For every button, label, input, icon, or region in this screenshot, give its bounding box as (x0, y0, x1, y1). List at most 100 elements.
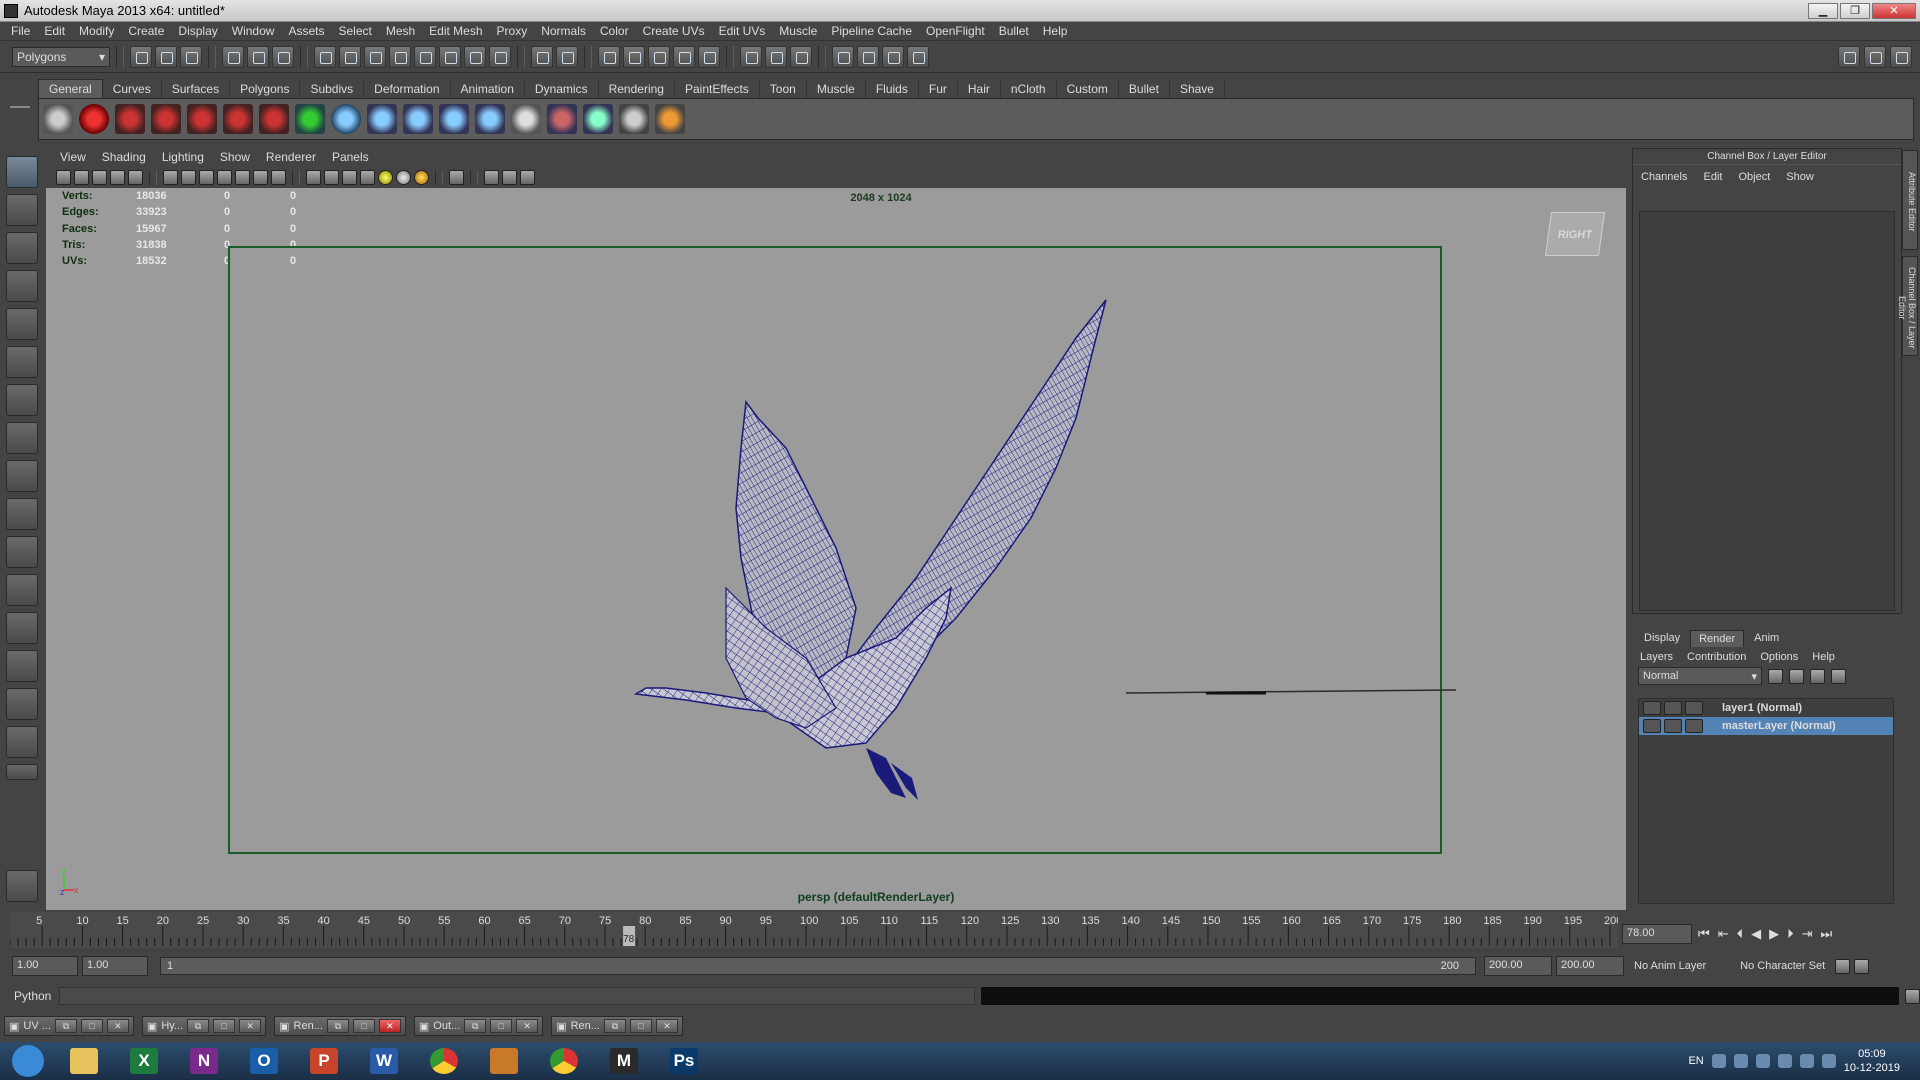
menu-bullet[interactable]: Bullet (992, 24, 1036, 38)
textured-icon[interactable] (360, 169, 375, 185)
visibility-toggle-icon[interactable] (1643, 701, 1661, 715)
close-button[interactable]: ✕ (378, 1019, 401, 1033)
maximize-button[interactable]: □ (213, 1019, 236, 1033)
shelf-tab-polygons[interactable]: Polygons (230, 80, 301, 98)
animation-prefs-icon[interactable] (1854, 958, 1870, 974)
go-to-start-icon[interactable]: ⏮ (1698, 926, 1710, 942)
move-tool-icon[interactable] (6, 270, 38, 302)
camera-attributes-icon[interactable] (74, 169, 89, 185)
step-back-key-icon[interactable]: ⇤ (1718, 926, 1729, 942)
new-layer-icon[interactable] (1768, 668, 1783, 684)
safe-action-icon[interactable] (253, 169, 268, 185)
isolate-select-icon[interactable] (449, 169, 464, 185)
joint-tool-icon[interactable] (115, 104, 145, 134)
shelf-tab-dynamics[interactable]: Dynamics (525, 80, 599, 98)
step-forward-key-icon[interactable]: ⇥ (1802, 926, 1813, 942)
panel-menu-lighting[interactable]: Lighting (154, 150, 212, 164)
field-chart-icon[interactable] (235, 169, 250, 185)
menu-proxy[interactable]: Proxy (490, 24, 535, 38)
play-backward-icon[interactable]: ◀ (1751, 926, 1761, 942)
close-button[interactable]: ✕ (1872, 2, 1916, 19)
menu-assets[interactable]: Assets (281, 24, 331, 38)
safe-title-icon[interactable] (271, 169, 286, 185)
recycle-toggle-icon[interactable] (1685, 701, 1703, 715)
bird-wireframe-mesh[interactable] (46, 188, 1626, 910)
menu-muscle[interactable]: Muscle (772, 24, 824, 38)
taskbar-chrome-icon[interactable] (420, 1043, 468, 1079)
panel-menu-view[interactable]: View (52, 150, 94, 164)
menu-window[interactable]: Window (225, 24, 282, 38)
menu-color[interactable]: Color (593, 24, 636, 38)
sphere-icon[interactable] (331, 104, 361, 134)
shelf-tab-painteffects[interactable]: PaintEffects (675, 80, 760, 98)
shelf-tab-general[interactable]: General (38, 79, 103, 98)
perspective-viewport[interactable]: Verts: 18036 0 0 Edges: 33923 0 0 Faces: 15967 0 0 T… (46, 188, 1626, 910)
minimized-panel[interactable]: ▣ Ren... ⧉ □ ✕ (551, 1016, 683, 1036)
hierarchy-a-icon[interactable] (367, 104, 397, 134)
taskbar-maya-icon[interactable]: M (600, 1043, 648, 1079)
hierarchy-b-icon[interactable] (403, 104, 433, 134)
select-object-icon[interactable] (247, 45, 269, 68)
maximize-button[interactable]: □ (629, 1019, 652, 1033)
menu-select[interactable]: Select (331, 24, 378, 38)
restore-button[interactable]: ⧉ (464, 1019, 487, 1033)
taskbar-start-orb-icon[interactable] (8, 1043, 48, 1079)
maximize-button[interactable]: □ (352, 1019, 375, 1033)
nvidia-tray-icon[interactable] (1799, 1054, 1814, 1068)
hierarchy-c-icon[interactable] (439, 104, 469, 134)
menu-edit[interactable]: Edit (37, 24, 72, 38)
panel-menu-renderer[interactable]: Renderer (258, 150, 324, 164)
layer-menu-layers[interactable]: Layers (1640, 651, 1673, 663)
shadows-icon[interactable] (396, 169, 411, 185)
playback-start-field[interactable]: 1.00 (82, 956, 148, 976)
select-hierarchy-icon[interactable] (222, 45, 244, 68)
shelf-tab-bullet[interactable]: Bullet (1119, 80, 1170, 98)
hypershade-icon[interactable] (857, 45, 879, 68)
play-forward-icon[interactable]: ▶ (1769, 926, 1779, 942)
rigid-body-icon[interactable] (583, 104, 613, 134)
end-time-field[interactable]: 200.00 (1556, 956, 1624, 976)
taskbar-outlook-icon[interactable]: O (240, 1043, 288, 1079)
grid-icon[interactable] (163, 169, 178, 185)
panel-menu-show[interactable]: Show (212, 150, 258, 164)
construction-icon[interactable] (556, 45, 578, 68)
channel-box-menu-show[interactable]: Show (1786, 171, 1814, 183)
lock-icon[interactable] (648, 45, 670, 68)
history-icon[interactable] (531, 45, 553, 68)
render-frame-icon[interactable] (765, 45, 787, 68)
resolution-gate-icon[interactable] (199, 169, 214, 185)
restore-button[interactable]: ⧉ (187, 1019, 210, 1033)
move-layer-up-icon[interactable] (1810, 668, 1825, 684)
step-back-frame-icon[interactable]: ⏴ (1737, 926, 1744, 942)
menu-help[interactable]: Help (1036, 24, 1075, 38)
manipulator-tool-icon[interactable] (6, 384, 38, 416)
move-layer-down-icon[interactable] (1831, 668, 1846, 684)
script-language-label[interactable]: Python (0, 989, 59, 1003)
restore-button[interactable]: ⧉ (326, 1019, 349, 1033)
channel-box-area[interactable] (1639, 211, 1895, 611)
layer-menu-options[interactable]: Options (1760, 651, 1798, 663)
taskbar-word-icon[interactable]: W (360, 1043, 408, 1079)
renderable-toggle-icon[interactable] (1664, 719, 1682, 733)
gate-mask-icon[interactable] (217, 169, 232, 185)
show-manipulator-icon[interactable] (6, 460, 38, 492)
help-icon[interactable] (489, 45, 511, 68)
shelf-tab-curves[interactable]: Curves (103, 80, 162, 98)
restore-button[interactable]: ⧉ (603, 1019, 626, 1033)
mouse-tool-icon[interactable] (6, 870, 38, 902)
shelf-tab-ncloth[interactable]: nCloth (1001, 80, 1057, 98)
character-set-dropdown[interactable]: No Character Set (1740, 960, 1825, 972)
ipr-render-icon[interactable] (790, 45, 812, 68)
menu-edit-uvs[interactable]: Edit UVs (712, 24, 773, 38)
minimize-button[interactable]: ▁ (1808, 2, 1838, 19)
minimized-panel[interactable]: ▣ Out... ⧉ □ ✕ (413, 1016, 544, 1036)
lattice-icon[interactable] (259, 104, 289, 134)
wireframe-on-shaded-icon[interactable] (342, 169, 357, 185)
menu-openflight[interactable]: OpenFlight (919, 24, 992, 38)
shelf-tab-fluids[interactable]: Fluids (866, 80, 919, 98)
xray-joints-icon[interactable] (502, 169, 517, 185)
layer-row[interactable]: layer1 (Normal) (1639, 699, 1893, 717)
brush-icon[interactable] (655, 104, 685, 134)
layer-menu-contribution[interactable]: Contribution (1687, 651, 1746, 663)
command-input[interactable] (59, 987, 976, 1005)
